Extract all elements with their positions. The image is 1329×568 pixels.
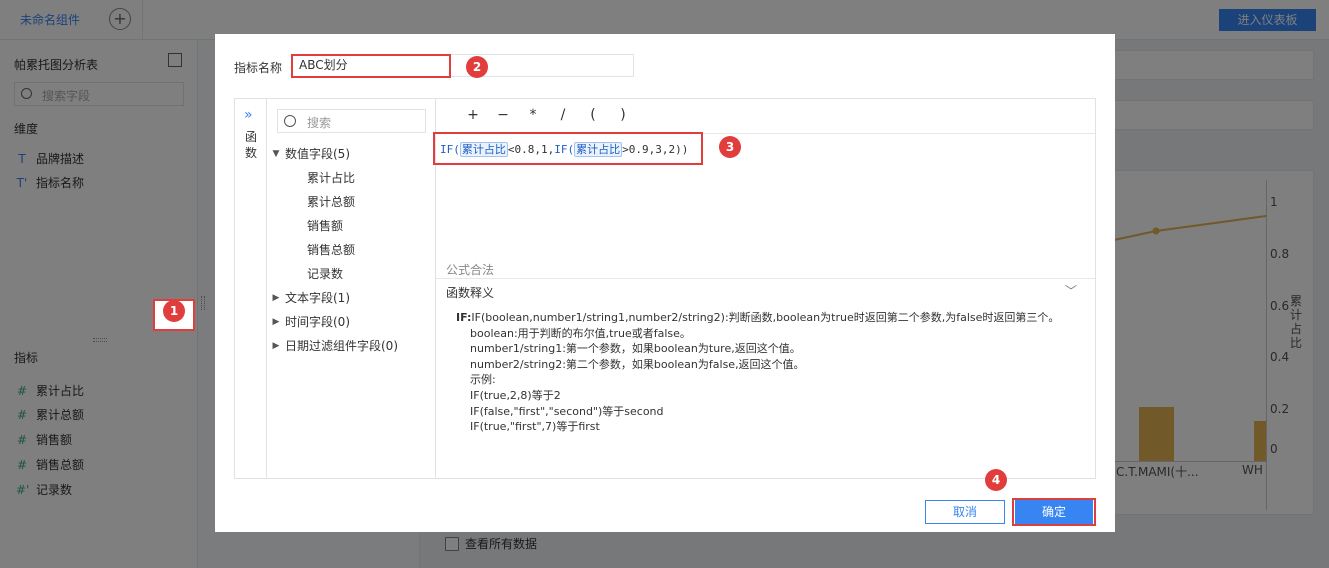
search-icon bbox=[284, 115, 296, 127]
caret-right-icon: ▶ bbox=[272, 316, 280, 327]
annotation-badge-3: 3 bbox=[719, 136, 741, 158]
tree-group-time[interactable]: ▶ 时间字段(0) bbox=[271, 313, 350, 330]
search-placeholder: 搜索 bbox=[307, 116, 332, 130]
cancel-button[interactable]: 取消 bbox=[925, 500, 1005, 524]
function-panel-toggle[interactable]: » 函数 bbox=[235, 99, 267, 478]
expand-icon: » bbox=[244, 107, 253, 123]
field-search-box[interactable]: 搜索 bbox=[277, 109, 426, 133]
help-line: IF(false,"first","second")等于second bbox=[470, 404, 664, 418]
help-function-name: IF: bbox=[456, 311, 472, 324]
help-line: boolean:用于判断的布尔值,true或者false。 bbox=[470, 326, 691, 340]
help-line: number1/string1:第一个参数，如果boolean为ture,返回这… bbox=[470, 342, 801, 356]
help-line: number2/string2:第二个参数，如果boolean为false,返回… bbox=[470, 357, 805, 371]
help-line: 示例: bbox=[470, 373, 496, 387]
help-line: IF(true,2,8)等于2 bbox=[470, 388, 561, 402]
annotation-badge-1: 1 bbox=[163, 300, 185, 322]
tree-group-label: 文本字段(1) bbox=[285, 291, 350, 305]
operator-right-paren[interactable]: ) bbox=[608, 107, 638, 123]
annotation-highlight-name bbox=[291, 54, 451, 78]
tree-group-text[interactable]: ▶ 文本字段(1) bbox=[271, 289, 350, 306]
divider bbox=[436, 278, 1095, 279]
field-tree-pane: 搜索 ▼ 数值字段(5) 累计占比 累计总额 销售额 销售总额 记录数 ▶ 文本… bbox=[267, 99, 436, 478]
operator-divide[interactable]: / bbox=[548, 107, 578, 123]
operator-plus[interactable]: + bbox=[458, 107, 488, 123]
caret-right-icon: ▶ bbox=[272, 340, 280, 351]
add-metric-dialog: 指标名称 ABC划分 2 » 函数 搜索 ▼ 数值字段(5) 累计占比 累计总额… bbox=[215, 34, 1115, 532]
tree-group-date-filter[interactable]: ▶ 日期过滤组件字段(0) bbox=[271, 337, 398, 354]
help-line: IF(true,"first",7)等于first bbox=[470, 420, 600, 434]
tree-field[interactable]: 累计占比 bbox=[307, 169, 355, 186]
tree-field[interactable]: 销售额 bbox=[307, 217, 343, 234]
caret-down-icon: ▼ bbox=[272, 148, 280, 159]
metric-name-label: 指标名称 bbox=[234, 61, 283, 75]
functions-label: 函数 bbox=[245, 130, 258, 160]
formula-valid-status: 公式合法 bbox=[446, 263, 495, 277]
operator-left-paren[interactable]: ( bbox=[578, 107, 608, 123]
chevron-down-icon[interactable]: ﹀ bbox=[1065, 282, 1077, 299]
operator-multiply[interactable]: * bbox=[518, 107, 548, 123]
tree-field[interactable]: 记录数 bbox=[307, 265, 343, 282]
tree-group-label: 数值字段(5) bbox=[285, 147, 350, 161]
annotation-highlight-formula bbox=[433, 132, 703, 165]
tree-group-label: 日期过滤组件字段(0) bbox=[285, 339, 398, 353]
annotation-highlight-confirm bbox=[1012, 498, 1096, 526]
tree-group-numeric[interactable]: ▼ 数值字段(5) bbox=[271, 145, 350, 162]
tree-field[interactable]: 累计总额 bbox=[307, 193, 355, 210]
function-help-body: IF:IF(boolean,number1/string1,number2/st… bbox=[456, 310, 1059, 435]
operator-minus[interactable]: − bbox=[488, 107, 518, 123]
tree-group-label: 时间字段(0) bbox=[285, 315, 350, 329]
operator-bar: + − * / ( ) bbox=[458, 107, 638, 123]
annotation-badge-2: 2 bbox=[466, 56, 488, 78]
annotation-badge-4: 4 bbox=[985, 469, 1007, 491]
function-help-title: 函数释义 bbox=[446, 286, 495, 300]
help-signature: IF(boolean,number1/string1,number2/strin… bbox=[471, 311, 1060, 324]
tree-field[interactable]: 销售总额 bbox=[307, 241, 355, 258]
caret-right-icon: ▶ bbox=[272, 292, 280, 303]
